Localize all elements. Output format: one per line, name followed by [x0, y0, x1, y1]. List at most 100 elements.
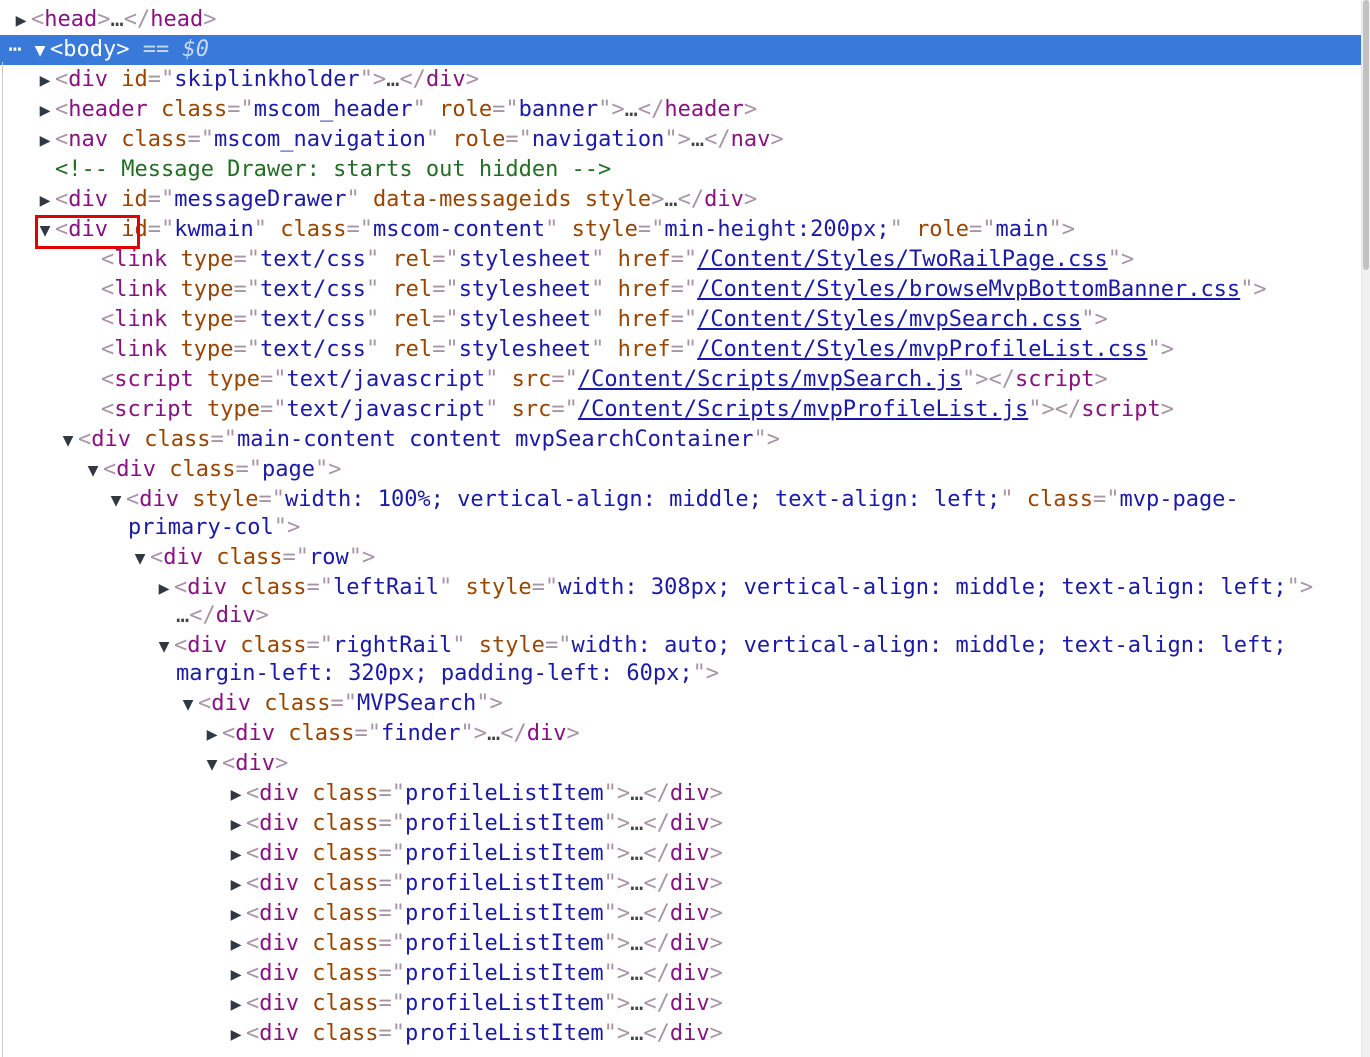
dom-node-row[interactable]: ▶ <div class="finder">…</div>	[0, 719, 1362, 749]
dom-node-row[interactable]: ▼ <div class="main-content content mvpSea…	[0, 425, 1362, 455]
collapse-triangle-icon[interactable]: ▼	[106, 486, 126, 515]
collapse-triangle-icon[interactable]: ▼	[130, 544, 150, 573]
dom-node-row[interactable]: ▶ <div class="profileListItem">…</div>	[0, 959, 1362, 989]
punctuation: ">	[664, 127, 691, 152]
attribute-link[interactable]: /Content/Scripts/mvpSearch.js	[578, 367, 962, 392]
expand-triangle-icon[interactable]: ▶	[35, 96, 55, 125]
dom-node-row[interactable]: <link type="text/css" rel="stylesheet" h…	[0, 335, 1362, 365]
dom-node-row[interactable]: ▼ <div id="kwmain" class="mscom-content" …	[0, 215, 1362, 245]
expand-triangle-icon[interactable]: ▶	[226, 960, 246, 989]
dom-node-row[interactable]: ▶ <div class="profileListItem">…</div>	[0, 929, 1362, 959]
punctuation: ="	[147, 217, 175, 242]
dom-node-row[interactable]: primary-col">	[0, 513, 1362, 543]
dom-node-row[interactable]: ▼ <div class="MVPSearch">	[0, 689, 1362, 719]
punctuation: ="	[670, 277, 698, 302]
punctuation: ="	[378, 991, 405, 1016]
dom-node-row[interactable]: ▶ <nav class="mscom_navigation" role="nav…	[0, 125, 1362, 155]
dom-node-row[interactable]: <link type="text/css" rel="stylesheet" h…	[0, 305, 1362, 335]
attribute-value: min-height:200px;	[664, 217, 890, 242]
collapse-triangle-icon[interactable]: ▼	[83, 456, 103, 485]
expand-triangle-icon[interactable]: ▶	[11, 6, 31, 35]
punctuation: >	[743, 187, 758, 212]
expand-triangle-icon[interactable]: ▶	[226, 810, 246, 839]
collapse-triangle-icon[interactable]: ▼	[154, 632, 174, 661]
selected-node-row[interactable]: ⋯ ▼ <body> == $0	[0, 35, 1362, 65]
punctuation: <	[246, 811, 260, 836]
dom-node-row[interactable]: ▶ <div class="profileListItem">…</div>	[0, 809, 1362, 839]
dom-node-row[interactable]: …</div>	[0, 601, 1362, 631]
expand-triangle-icon[interactable]: ▶	[226, 1020, 246, 1049]
dom-node-row[interactable]: ▶ <div id="skiplinkholder">…</div>	[0, 65, 1362, 95]
punctuation: >	[651, 187, 665, 212]
node-actions-icon[interactable]: ⋯	[0, 35, 30, 65]
collapse-triangle-icon[interactable]: ▼	[178, 690, 198, 719]
dom-node-row[interactable]: <script type="text/javascript" src="/Con…	[0, 395, 1362, 425]
dom-node-row[interactable]: ▼ <div>	[0, 749, 1362, 779]
attribute-link[interactable]: /Content/Styles/mvpSearch.css	[697, 307, 1081, 332]
collapse-triangle-icon[interactable]: ▼	[58, 426, 78, 455]
elements-tree[interactable]: ▶ <head>…</head> ⋯ ▼ <body> == $0 ▶ <div id="s…	[0, 0, 1362, 1057]
expand-triangle-icon[interactable]: ▶	[35, 66, 55, 95]
expand-triangle-icon[interactable]: ▶	[226, 930, 246, 959]
dom-node-row[interactable]: ▶ <div class="profileListItem">…</div>	[0, 839, 1362, 869]
attribute-link[interactable]: /Content/Scripts/mvpProfileList.js	[578, 397, 1028, 422]
punctuation: ="	[378, 871, 405, 896]
collapse-triangle-icon[interactable]: ▼	[202, 750, 222, 779]
dom-node-row[interactable]: ▶ <div class="profileListItem">…</div>	[0, 869, 1362, 899]
dom-node-row[interactable]: ▶ <head>…</head>	[0, 5, 1362, 35]
attribute-value: width: auto; vertical-align: middle; tex…	[571, 633, 1287, 658]
dom-node-row[interactable]: <link type="text/css" rel="stylesheet" h…	[0, 245, 1362, 275]
tag-name: div	[669, 1021, 710, 1046]
punctuation: <	[101, 307, 115, 332]
expand-triangle-icon[interactable]: ▶	[226, 780, 246, 809]
attribute-link[interactable]: /Content/Styles/mvpProfileList.css	[697, 337, 1147, 362]
dom-node-row[interactable]: ▼ <div class="rightRail" style="width: au…	[0, 631, 1362, 661]
punctuation: ="	[259, 397, 287, 422]
attribute-link[interactable]: /Content/Styles/TwoRailPage.css	[697, 247, 1108, 272]
dom-node-row[interactable]: ▶ <div class="leftRail" style="width: 308…	[0, 573, 1362, 603]
dom-node-row[interactable]: ▶ <header class="mscom_header" role="bann…	[0, 95, 1362, 125]
dom-node-row[interactable]: ▶ <div id="messageDrawer" data-messageids…	[0, 185, 1362, 215]
dom-node-row[interactable]: <link type="text/css" rel="stylesheet" h…	[0, 275, 1362, 305]
expand-triangle-icon[interactable]: ▶	[202, 720, 222, 749]
dom-node-row[interactable]: ▼ <div class="page">	[0, 455, 1362, 485]
dom-node-row[interactable]: ▼ <div class="row">	[0, 543, 1362, 573]
expand-triangle-icon[interactable]: ▶	[226, 900, 246, 929]
dom-node-row[interactable]: margin-left: 320px; padding-left: 60px;"…	[0, 659, 1362, 689]
scrollbar-thumb[interactable]	[1363, 0, 1369, 270]
punctuation: ="	[354, 721, 381, 746]
dom-node-row[interactable]: ▶ <div class="profileListItem">…</div>	[0, 989, 1362, 1019]
dom-node-row[interactable]: ▶ <div class="profileListItem">…</div>	[0, 779, 1362, 809]
punctuation: ">	[460, 721, 487, 746]
punctuation: >	[770, 127, 784, 152]
dom-node-row[interactable]: ▶ <div class="profileListItem">…</div>	[0, 899, 1362, 929]
dom-node-row[interactable]: ▼ <div style="width: 100%; vertical-align…	[0, 485, 1362, 515]
dom-node-row[interactable]: ▶ <div class="profileListItem">…</div>	[0, 1019, 1362, 1049]
expand-triangle-icon[interactable]: ▶	[35, 126, 55, 155]
scrollbar[interactable]	[1361, 0, 1370, 1057]
expand-triangle-icon[interactable]: ▶	[35, 186, 55, 215]
punctuation: ="	[551, 397, 578, 422]
expand-triangle-icon[interactable]: ▶	[226, 840, 246, 869]
expand-triangle-icon[interactable]: ▶	[226, 870, 246, 899]
expand-triangle-icon[interactable]: ▶	[154, 574, 174, 603]
tag-name: div	[68, 67, 108, 92]
attribute-value: profileListItem	[404, 991, 604, 1016]
attribute-link[interactable]: /Content/Styles/browseMvpBottomBanner.cs…	[697, 277, 1240, 302]
collapse-triangle-icon[interactable]: ▼	[30, 36, 50, 65]
attribute-name: id	[121, 67, 148, 92]
punctuation: ="	[258, 487, 285, 512]
dom-node-row[interactable]: <script type="text/javascript" src="/Con…	[0, 365, 1362, 395]
expand-triangle-icon[interactable]: ▶	[226, 990, 246, 1019]
dom-node-row[interactable]: <!-- Message Drawer: starts out hidden -…	[0, 155, 1362, 185]
punctuation: <	[222, 721, 236, 746]
